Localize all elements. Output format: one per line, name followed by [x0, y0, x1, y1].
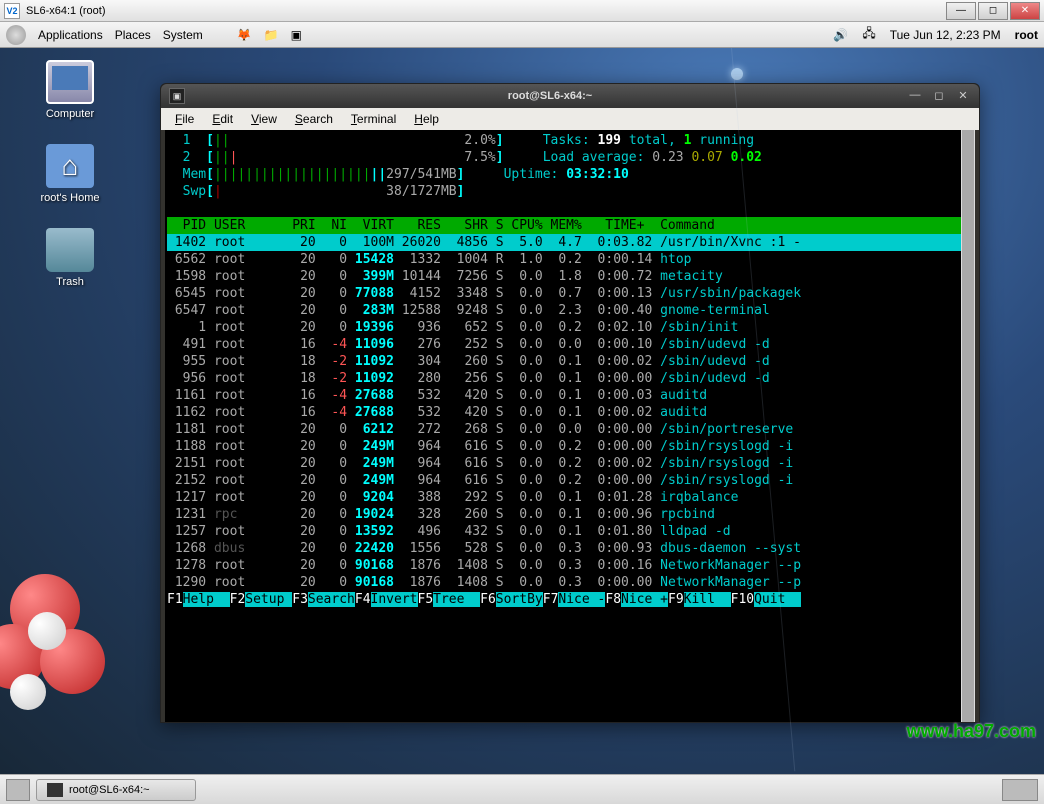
volume-icon[interactable]: 🔊 [833, 28, 848, 42]
taskbar-item-terminal[interactable]: root@SL6-x64:~ [36, 779, 196, 801]
desktop-icon-label: Trash [30, 276, 110, 288]
terminal-maximize-button[interactable]: ◻ [931, 89, 947, 103]
menu-terminal[interactable]: Terminal [343, 110, 404, 128]
file-manager-icon[interactable]: 📁 [264, 28, 279, 42]
vnc-title: SL6-x64:1 (root) [26, 5, 946, 17]
user-menu[interactable]: root [1015, 28, 1038, 42]
vnc-minimize-button[interactable]: — [946, 2, 976, 20]
trash-icon [46, 228, 94, 272]
wallpaper-molecule [0, 554, 160, 734]
menu-places[interactable]: Places [115, 28, 151, 42]
vnc-close-button[interactable]: ✕ [1010, 2, 1040, 20]
terminal-body[interactable]: 1 [|| 2.0%] Tasks: 199 total, 1 running … [165, 130, 975, 722]
distro-icon[interactable] [6, 25, 26, 45]
menu-system[interactable]: System [163, 28, 203, 42]
clock[interactable]: Tue Jun 12, 2:23 PM [890, 28, 1001, 42]
menu-view[interactable]: View [243, 110, 285, 128]
network-icon[interactable]: 🖧 [862, 24, 875, 45]
menu-edit[interactable]: Edit [204, 110, 241, 128]
desktop-icon-label: Computer [30, 108, 110, 120]
watermark: www.ha97.com [907, 721, 1036, 742]
vnc-titlebar: V2 SL6-x64:1 (root) — ◻ ✕ [0, 0, 1044, 22]
gnome-bottom-panel: root@SL6-x64:~ [0, 774, 1044, 804]
workspace-switcher[interactable] [1002, 779, 1038, 801]
menu-file[interactable]: File [167, 110, 202, 128]
desktop[interactable]: Computer root's Home Trash ▣ root@SL6-x6… [0, 48, 1044, 774]
show-desktop-button[interactable] [6, 779, 30, 801]
terminal-titlebar[interactable]: ▣ root@SL6-x64:~ — ◻ ✕ [161, 84, 979, 108]
terminal-scrollbar[interactable] [961, 130, 975, 722]
desktop-icon-trash[interactable]: Trash [30, 228, 110, 288]
menu-applications[interactable]: Applications [38, 28, 103, 42]
taskbar-item-label: root@SL6-x64:~ [69, 784, 150, 796]
computer-icon [46, 60, 94, 104]
terminal-launcher-icon[interactable]: ▣ [291, 28, 302, 42]
desktop-icon-computer[interactable]: Computer [30, 60, 110, 120]
desktop-icon-home[interactable]: root's Home [30, 144, 110, 204]
terminal-icon: ▣ [169, 88, 185, 104]
menu-help[interactable]: Help [406, 110, 447, 128]
desktop-icon-label: root's Home [30, 192, 110, 204]
terminal-title: root@SL6-x64:~ [193, 90, 907, 102]
menu-search[interactable]: Search [287, 110, 341, 128]
firefox-icon[interactable]: 🦊 [237, 28, 252, 42]
terminal-minimize-button[interactable]: — [907, 89, 923, 103]
gnome-top-panel: Applications Places System 🦊 📁 ▣ 🔊 🖧 Tue… [0, 22, 1044, 48]
terminal-close-button[interactable]: ✕ [955, 89, 971, 103]
vnc-icon: V2 [4, 3, 20, 19]
vnc-maximize-button[interactable]: ◻ [978, 2, 1008, 20]
terminal-menubar: File Edit View Search Terminal Help [161, 108, 979, 130]
terminal-window[interactable]: ▣ root@SL6-x64:~ — ◻ ✕ File Edit View Se… [160, 83, 980, 723]
terminal-icon [47, 783, 63, 797]
folder-home-icon [46, 144, 94, 188]
